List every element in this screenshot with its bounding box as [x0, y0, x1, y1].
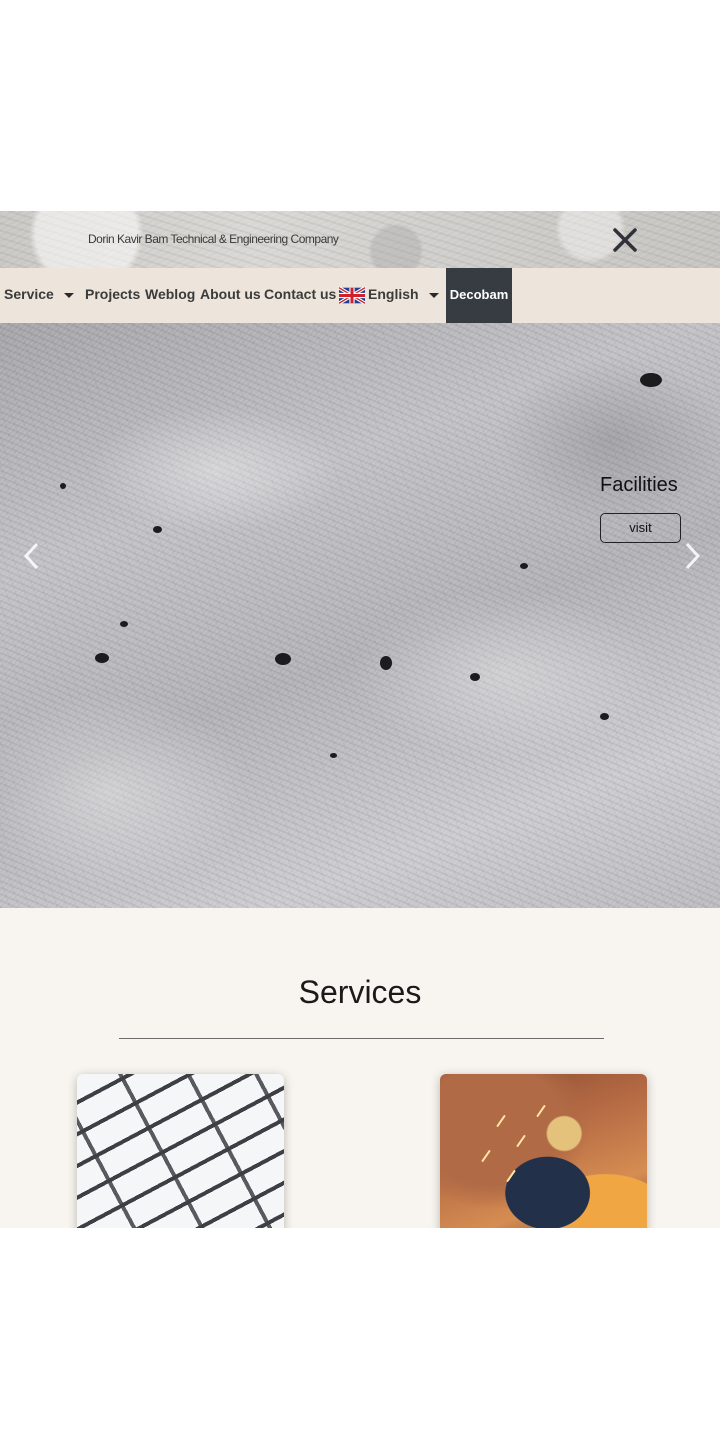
services-title: Services: [298, 974, 422, 1010]
chevron-right-icon[interactable]: [682, 541, 702, 571]
language-selector-label[interactable]: English: [368, 268, 419, 323]
chevron-left-icon[interactable]: [22, 541, 42, 571]
nav-item-weblog[interactable]: Weblog: [145, 268, 195, 323]
uk-flag-icon[interactable]: [339, 287, 365, 304]
decobam-button[interactable]: Decobam: [446, 268, 512, 323]
concrete-texture: [275, 653, 291, 665]
nav-item-service[interactable]: Service: [4, 268, 54, 323]
company-name: Dorin Kavir Bam Technical & Engineering …: [88, 232, 339, 246]
concrete-texture: [60, 483, 66, 489]
services-section: Services: [0, 908, 720, 1228]
language-dropdown-icon[interactable]: [429, 293, 439, 298]
visit-button[interactable]: visit: [600, 513, 681, 543]
concrete-texture: [95, 653, 109, 663]
hero-slider: [0, 323, 720, 908]
divider: [119, 1038, 604, 1039]
concrete-texture: [470, 673, 480, 681]
nav-item-about-us[interactable]: About us: [200, 268, 261, 323]
nav-item-contact-us[interactable]: Contact us: [264, 268, 336, 323]
concrete-texture: [520, 563, 528, 569]
concrete-texture: [600, 713, 609, 720]
concrete-texture: [120, 621, 128, 627]
service-dropdown-icon[interactable]: [64, 293, 74, 298]
slide-caption: Facilities: [600, 474, 678, 496]
service-card-worker[interactable]: [440, 1074, 647, 1228]
nav-item-projects[interactable]: Projects: [85, 268, 140, 323]
concrete-texture: [640, 373, 662, 387]
concrete-texture: [330, 753, 337, 758]
close-icon[interactable]: [611, 226, 639, 254]
concrete-texture: [380, 656, 392, 670]
service-card-bricks[interactable]: [77, 1074, 284, 1228]
concrete-texture: [153, 526, 162, 533]
